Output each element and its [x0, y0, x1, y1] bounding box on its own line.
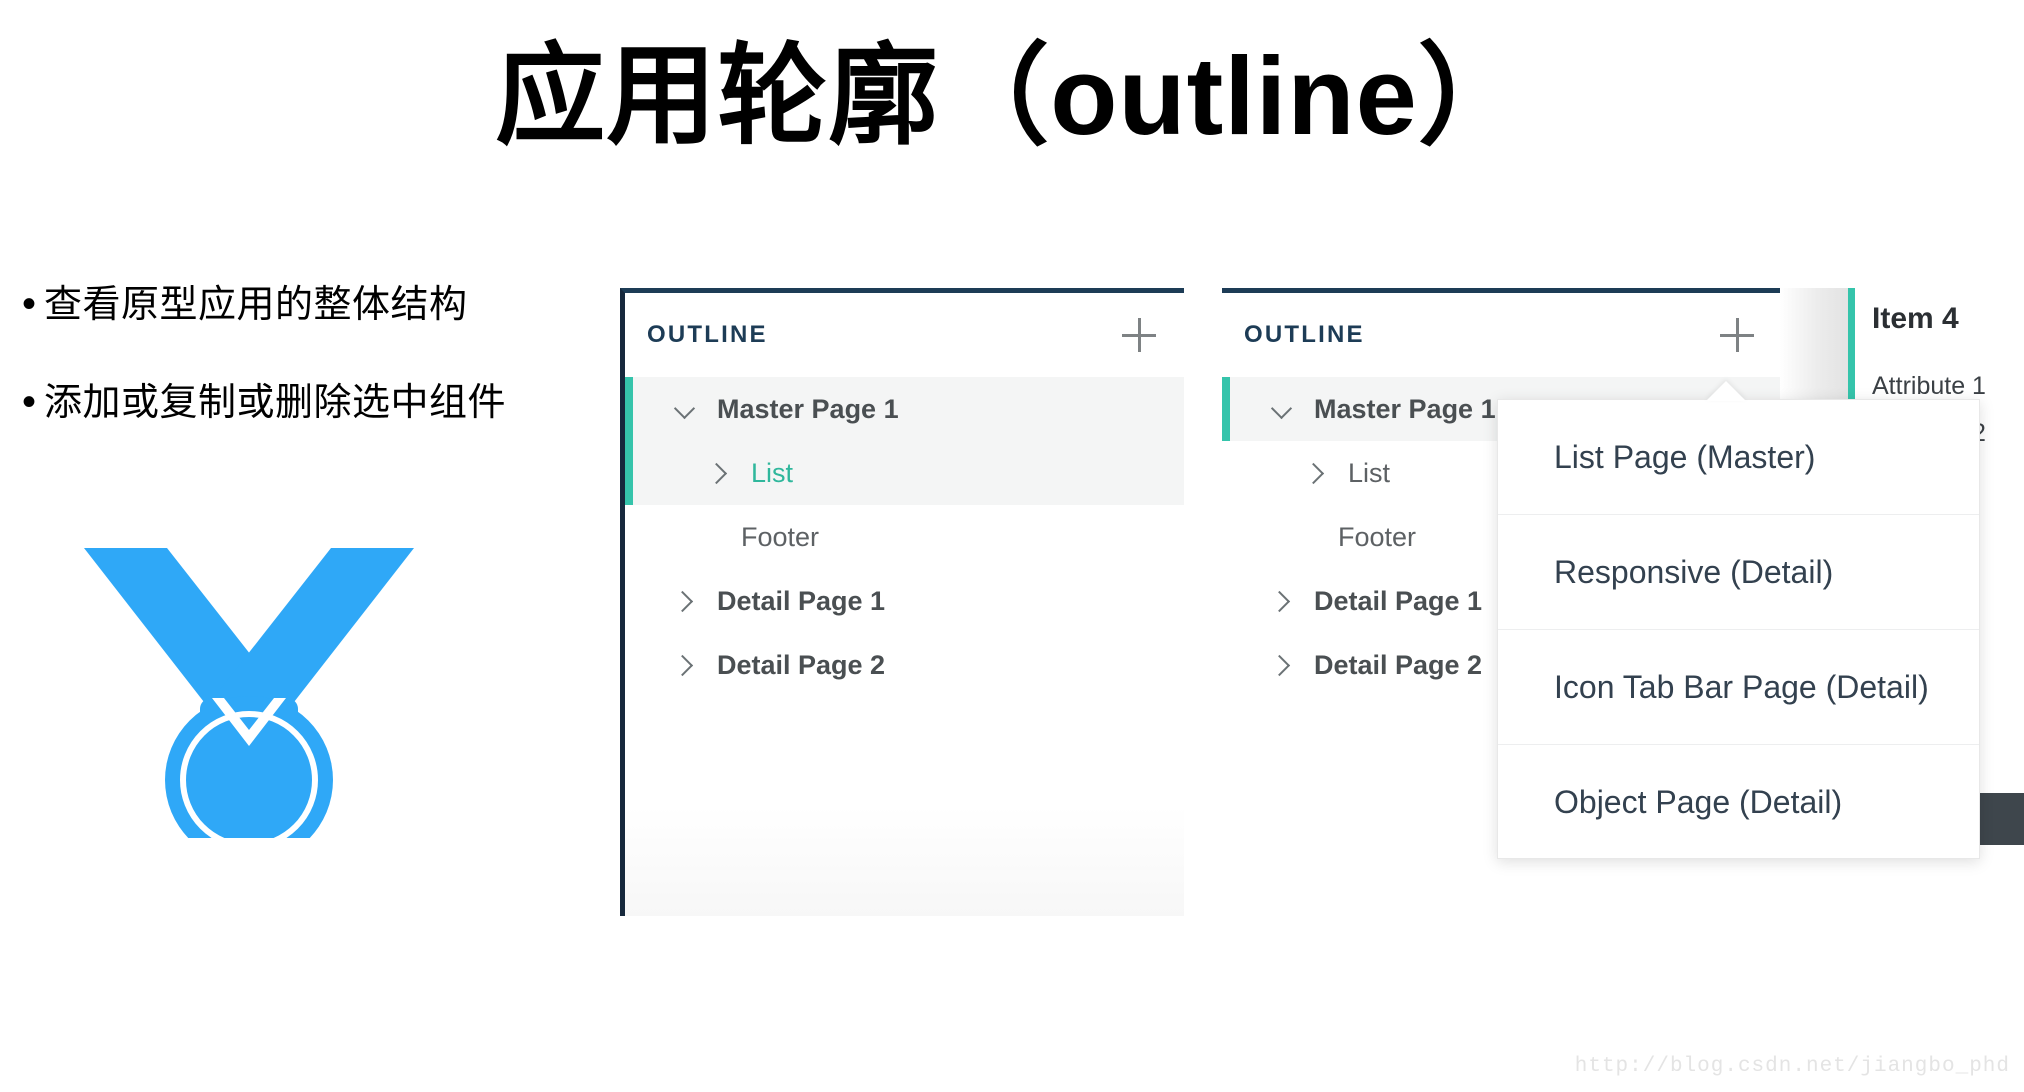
panel-bottom-fade [625, 806, 1184, 916]
menu-item-list-page-master[interactable]: List Page (Master) [1498, 400, 1979, 515]
tree-row-label: Detail Page 2 [717, 649, 886, 680]
add-page-popup-menu: List Page (Master) Responsive (Detail) I… [1497, 381, 1980, 860]
tree-row[interactable]: Master Page 1 [625, 377, 1184, 441]
tree-row-label: List [751, 457, 794, 488]
tree-row-label: Detail Page 1 [717, 585, 886, 616]
tree-row[interactable]: Detail Page 2 [625, 633, 1184, 697]
watermark: http://blog.csdn.net/jiangbo_phd [1574, 1055, 2010, 1078]
chevron-right-icon[interactable] [707, 460, 733, 486]
menu-item-responsive-detail[interactable]: Responsive (Detail) [1498, 515, 1979, 630]
chevron-right-icon[interactable] [1304, 460, 1330, 486]
popup-caret-icon [1706, 381, 1746, 401]
tree-row[interactable]: Detail Page 1 [625, 569, 1184, 633]
plus-icon[interactable] [1720, 318, 1754, 352]
outline-panel-a: OUTLINE Master Page 1 List Footer Detail… [620, 288, 1184, 916]
tree-row-label: Master Page 1 [717, 393, 899, 424]
preview-item-title: Item 4 [1872, 302, 1959, 335]
panel-title: OUTLINE [1244, 321, 1365, 348]
bullet-text: 查看原型应用的整体结构 [44, 284, 468, 326]
tree-row-label: List [1348, 457, 1391, 488]
selection-accent-bar [625, 377, 633, 441]
plus-icon[interactable] [1122, 318, 1156, 352]
tree-row[interactable]: List [625, 441, 1184, 505]
medal-icon [84, 548, 414, 864]
chevron-down-icon[interactable] [1270, 396, 1296, 422]
tree-row[interactable]: Footer [625, 505, 1184, 569]
tree-row-label: Detail Page 1 [1314, 585, 1483, 616]
chevron-down-icon[interactable] [673, 396, 699, 422]
panel-header: OUTLINE [1222, 293, 1782, 377]
page-title: 应用轮廓（outline） [495, 35, 1529, 158]
menu-item-icon-tab-bar-page-detail[interactable]: Icon Tab Bar Page (Detail) [1498, 630, 1979, 745]
preview-attribute: Attribute 1 [1872, 372, 1986, 400]
list-item: • 查看原型应用的整体结构 [22, 282, 582, 328]
bullet-marker: • [22, 380, 37, 424]
panel-header: OUTLINE [625, 293, 1184, 377]
chevron-right-icon[interactable] [1270, 588, 1296, 614]
bullet-marker: • [22, 282, 37, 326]
menu-item-object-page-detail[interactable]: Object Page (Detail) [1498, 745, 1979, 860]
list-item: • 添加或复制或删除选中组件 [22, 380, 582, 426]
bullet-list: • 查看原型应用的整体结构 • 添加或复制或删除选中组件 [22, 282, 582, 478]
tree-row-label: Footer [1338, 521, 1417, 552]
bullet-text: 添加或复制或删除选中组件 [44, 382, 507, 424]
selection-accent-bar [625, 441, 633, 505]
selection-accent-bar [1222, 377, 1230, 441]
chevron-right-icon[interactable] [673, 652, 699, 678]
slide-canvas: 应用轮廓（outline） • 查看原型应用的整体结构 • 添加或复制或删除选中… [0, 0, 2024, 1092]
tree-row-label: Master Page 1 [1314, 393, 1496, 424]
tree-row-label: Footer [741, 521, 820, 552]
chevron-right-icon[interactable] [673, 588, 699, 614]
panel-title: OUTLINE [647, 321, 768, 348]
chevron-right-icon[interactable] [1270, 652, 1296, 678]
tree-row-label: Detail Page 2 [1314, 649, 1483, 680]
outline-tree: Master Page 1 List Footer Detail Page 1 [625, 377, 1184, 697]
